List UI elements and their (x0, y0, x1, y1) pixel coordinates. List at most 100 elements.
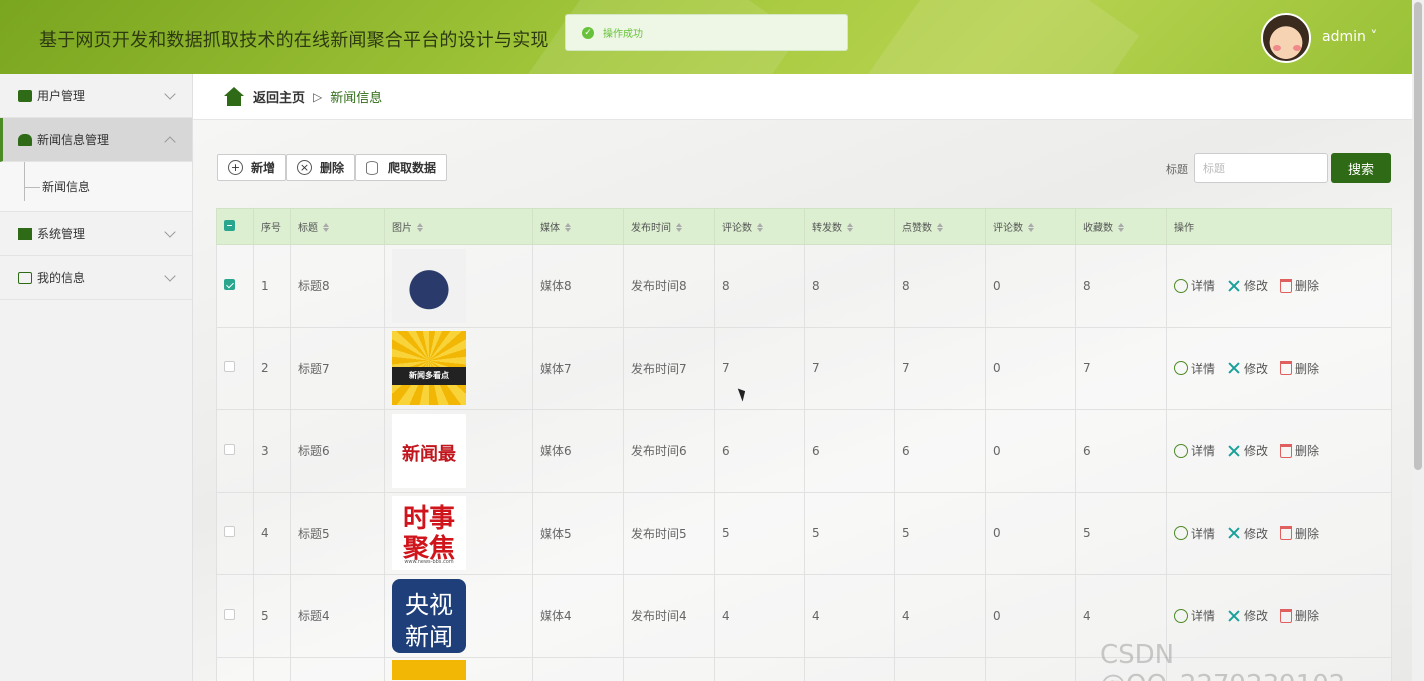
row-delete-button[interactable]: 删除 (1280, 442, 1319, 459)
sort-icon[interactable] (847, 223, 853, 232)
edit-button[interactable]: 修改 (1227, 442, 1268, 459)
news-thumbnail (392, 248, 466, 323)
cell-comments2: 0 (985, 491, 1076, 575)
cell-media: 媒体6 (532, 409, 624, 493)
sort-icon[interactable] (1118, 223, 1124, 232)
cell-forwards: 6 (804, 409, 895, 493)
row-actions: 详情 修改 删除 (1174, 277, 1391, 294)
add-label: 新增 (251, 161, 276, 175)
sort-icon[interactable] (417, 223, 423, 232)
sort-icon[interactable] (757, 223, 763, 232)
news-thumbnail: 时事 聚焦 www.news-bbs.com (392, 496, 466, 571)
row-delete-button[interactable]: 删除 (1280, 277, 1319, 294)
wrench-icon (1227, 526, 1241, 540)
detail-button[interactable]: 详情 (1174, 360, 1215, 377)
cell-forwards: 5 (804, 491, 895, 575)
column-header[interactable]: 转发数 (804, 208, 895, 245)
cell-favorites: 6 (1075, 409, 1167, 493)
detail-icon (1174, 361, 1188, 376)
sidebar-item-users[interactable]: 用户管理 (0, 74, 192, 118)
detail-button[interactable]: 详情 (1174, 525, 1215, 542)
cell-favorites: 7 (1075, 326, 1167, 410)
cell-no: 4 (253, 491, 291, 575)
breadcrumb-current: 新闻信息 (330, 91, 383, 106)
cell-title: 标题5 (290, 491, 385, 575)
home-icon[interactable] (223, 86, 245, 107)
select-all-checkbox[interactable] (224, 219, 235, 231)
cell-time: 发布时间8 (623, 244, 715, 328)
edit-button[interactable]: 修改 (1227, 607, 1268, 624)
cell-comments: 5 (714, 491, 805, 575)
sidebar-item-label: 新闻信息 (42, 180, 91, 194)
breadcrumb-separator: ▷ (313, 89, 323, 104)
edit-button[interactable]: 修改 (1227, 525, 1268, 542)
column-header[interactable]: 标题 (290, 208, 385, 245)
scrollbar-thumb[interactable] (1414, 2, 1422, 470)
column-header: 操作 (1166, 208, 1392, 245)
avatar[interactable] (1261, 13, 1311, 63)
cell-likes: 6 (894, 409, 986, 493)
row-checkbox[interactable] (224, 608, 235, 620)
news-thumbnail: 新闻多看点 (392, 331, 466, 406)
sort-icon[interactable] (676, 223, 682, 232)
crawl-button[interactable]: 爬取数据 (355, 154, 448, 181)
check-icon: ✓ (582, 26, 594, 39)
cell-time: 发布时间6 (623, 409, 715, 493)
cell-forwards: 4 (804, 574, 895, 658)
cell-forwards: 8 (804, 244, 895, 328)
sort-icon[interactable] (565, 223, 571, 232)
trash-icon (1280, 526, 1293, 541)
cell-time: 发布时间5 (623, 491, 715, 575)
column-header[interactable]: 评论数 (714, 208, 805, 245)
wrench-icon (1227, 609, 1241, 623)
sidebar-item-system[interactable]: 系统管理 (0, 212, 192, 256)
column-header[interactable]: 收藏数 (1075, 208, 1167, 245)
add-button[interactable]: + 新增 (217, 154, 287, 181)
breadcrumb-home[interactable]: 返回主页 (253, 87, 305, 106)
search-input[interactable] (1194, 153, 1328, 183)
row-checkbox[interactable] (224, 526, 235, 538)
edit-button[interactable]: 修改 (1227, 277, 1268, 294)
column-header[interactable]: 点赞数 (894, 208, 986, 245)
row-delete-button[interactable]: 删除 (1280, 607, 1319, 624)
sort-icon[interactable] (1028, 223, 1034, 232)
search-button[interactable]: 搜索 (1331, 153, 1391, 183)
header-decoration (860, 0, 1140, 74)
cell-no: 1 (253, 244, 291, 328)
cell-comments: 8 (714, 244, 805, 328)
database-icon (366, 160, 378, 175)
detail-button[interactable]: 详情 (1174, 607, 1215, 624)
delete-label: 删除 (320, 161, 345, 175)
column-header[interactable]: 媒体 (532, 208, 624, 245)
cell-comments2: 0 (985, 326, 1076, 410)
trash-icon (1280, 278, 1293, 293)
row-delete-button[interactable]: 删除 (1280, 525, 1319, 542)
column-header[interactable]: 图片 (384, 208, 533, 245)
sort-icon[interactable] (323, 223, 329, 232)
row-checkbox[interactable] (224, 443, 235, 455)
page-scrollbar[interactable] (1412, 0, 1424, 681)
detail-icon (1174, 608, 1188, 623)
delete-button[interactable]: × 删除 (286, 154, 356, 181)
row-checkbox[interactable] (224, 278, 235, 290)
user-menu[interactable]: admin ˅ (1322, 29, 1377, 45)
select-all-cell[interactable] (216, 208, 254, 245)
cell-time: 发布时间4 (623, 574, 715, 658)
sidebar-item-news-management[interactable]: 新闻信息管理 (0, 118, 192, 162)
column-header[interactable]: 评论数 (985, 208, 1076, 245)
cell-favorites: 5 (1075, 491, 1167, 575)
chevron-down-icon (164, 226, 176, 238)
cell-likes: 8 (894, 244, 986, 328)
row-delete-button[interactable]: 删除 (1280, 360, 1319, 377)
row-checkbox[interactable] (224, 361, 235, 373)
detail-button[interactable]: 详情 (1174, 277, 1215, 294)
column-header[interactable]: 发布时间 (623, 208, 715, 245)
cell-comments2: 0 (985, 574, 1076, 658)
detail-button[interactable]: 详情 (1174, 442, 1215, 459)
edit-button[interactable]: 修改 (1227, 360, 1268, 377)
trash-icon (1280, 608, 1293, 623)
sort-icon[interactable] (937, 223, 943, 232)
sidebar-item-my-info[interactable]: 我的信息 (0, 256, 192, 300)
sidebar-item-label: 用户管理 (37, 89, 86, 103)
sidebar-subitem-news[interactable]: 新闻信息 (0, 162, 192, 212)
